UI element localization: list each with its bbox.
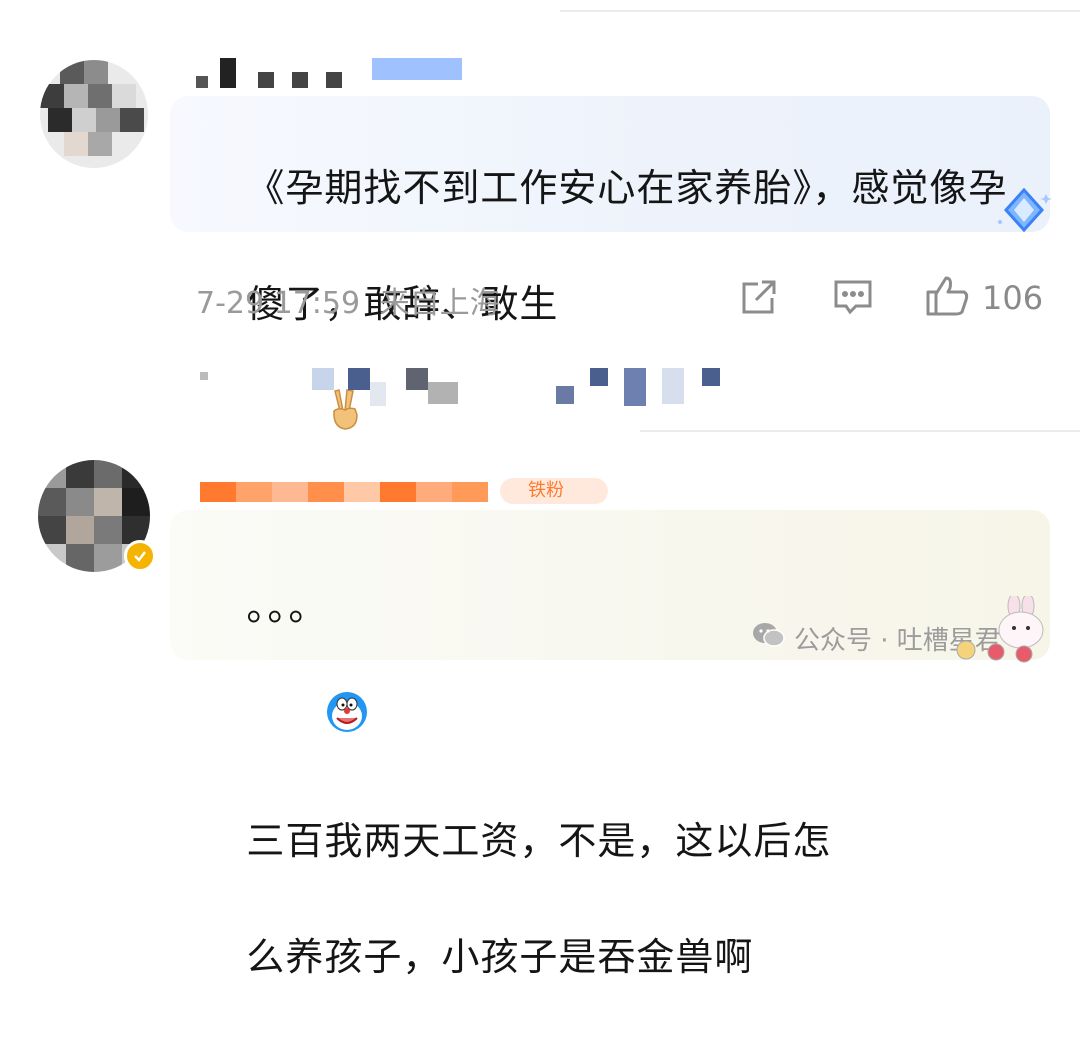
share-icon	[738, 276, 780, 322]
comment-icon	[832, 276, 874, 322]
share-button[interactable]	[738, 276, 780, 322]
middle-divider	[640, 430, 1080, 432]
reply-button[interactable]	[832, 276, 874, 322]
username-redacted[interactable]: 铁粉	[200, 476, 620, 506]
comment-text-line-1: 三百我两天工资，不是，这以后怎	[246, 819, 832, 863]
top-divider	[560, 10, 1080, 12]
fan-badge-label: 铁粉	[528, 480, 564, 501]
username-redacted[interactable]	[196, 58, 466, 88]
timestamp: 7-29 17:59	[196, 286, 361, 321]
thumbs-up-icon	[924, 274, 970, 322]
wechat-icon	[752, 621, 786, 656]
doraemon-emoji-icon	[246, 632, 368, 808]
location: 来自上海	[379, 286, 500, 321]
fan-badge: 铁粉	[500, 478, 608, 504]
comment-meta: 7-29 17:59 来自上海	[196, 278, 500, 322]
comment-text-line-1: 《孕期找不到工作安心在家养胎》，感觉像孕	[246, 166, 1008, 210]
like-button[interactable]: 106	[924, 274, 1043, 322]
diamond-badge-icon	[992, 184, 1056, 240]
comment-text-line-2: 么养孩子，小孩子是吞金兽啊	[246, 935, 754, 979]
ellipsis-prefix: 。。。	[246, 585, 329, 629]
verified-badge-icon	[124, 540, 156, 572]
bunny-sticker-icon	[944, 593, 1054, 666]
like-count: 106	[982, 279, 1044, 317]
avatar[interactable]	[40, 60, 148, 168]
redacted-row	[200, 366, 740, 406]
comment-text: 。。。 三百我两天工资，不是，这以后怎 么养孩子，小孩子是吞金兽啊	[194, 520, 831, 1044]
